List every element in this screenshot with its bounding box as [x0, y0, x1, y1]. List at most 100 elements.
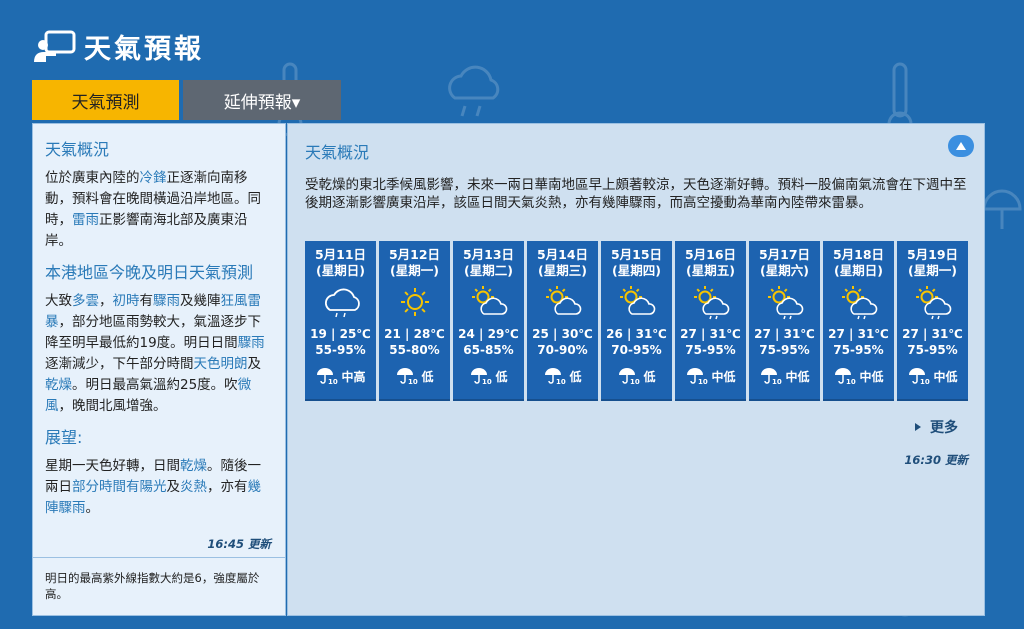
sun-shower-icon	[693, 286, 729, 320]
rain-probability: 10 中低	[759, 367, 810, 385]
forecast-humidity: 70-95%	[611, 343, 662, 357]
rain-probability-label: 低	[421, 369, 434, 384]
sun-shower-icon	[767, 286, 803, 320]
forecast-temperature: 27 | 31℃	[902, 327, 963, 341]
forecast-temperature: 21 | 28℃	[384, 327, 445, 341]
text-segment: 及	[166, 479, 181, 495]
forecast-card[interactable]: 5月11日 (星期日) 19 | 25℃ 55-95% 10 中高	[305, 241, 376, 401]
rain-probability-umbrella-icon: 10	[471, 368, 492, 385]
text-segment: 星期一天色好轉，日間	[45, 458, 180, 474]
rain-probability-umbrella-icon: 10	[317, 368, 338, 385]
svg-text:10: 10	[482, 378, 492, 385]
forecast-card[interactable]: 5月17日 (星期六) 27 | 31℃ 75-95% 10 中低	[749, 241, 820, 401]
sun-shower-icon	[915, 286, 951, 320]
sun-cloud-icon	[619, 286, 655, 315]
svg-text:10: 10	[556, 378, 566, 385]
glossary-link[interactable]: 驟雨	[153, 293, 180, 309]
rain-probability: 10 中低	[907, 367, 958, 385]
page-header: 天氣預報	[32, 26, 204, 66]
nine-day-forecast-panel: 天氣概況 受乾燥的東北季候風影響，未來一兩日華南地區早上頗著較涼，天色逐漸好轉。…	[287, 123, 985, 616]
forecast-card[interactable]: 5月14日 (星期三) 25 | 30℃ 70-90% 10 低	[527, 241, 598, 401]
forecast-card[interactable]: 5月12日 (星期一) 21 | 28℃ 55-80% 10 低	[379, 241, 450, 401]
forecast-date: 5月17日	[758, 247, 811, 262]
outlook-text: 受乾燥的東北季候風影響，未來一兩日華南地區早上頗著較涼，天色逐漸好轉。預料一股偏…	[305, 177, 967, 211]
collapse-button[interactable]	[948, 135, 974, 157]
rain-probability: 10 中低	[685, 367, 736, 385]
rain-probability: 10 低	[469, 367, 508, 385]
weather-forecast-logo-icon	[34, 30, 76, 62]
glossary-link[interactable]: 冷鋒	[140, 170, 167, 186]
cloud-rain-bg-icon	[448, 65, 500, 117]
glossary-link[interactable]: 雷雨	[72, 212, 99, 228]
tab-weather-forecast[interactable]: 天氣預測	[32, 80, 179, 120]
glossary-link[interactable]: 多雲	[72, 293, 99, 309]
umbrella-bg-icon	[982, 189, 1022, 229]
outlook-heading: 天氣概況	[305, 143, 370, 162]
text-segment: ，	[99, 293, 113, 309]
outlook-heading: 展望:	[45, 428, 83, 447]
svg-text:10: 10	[408, 378, 418, 385]
rain-probability-label: 低	[643, 369, 656, 384]
forecast-tabs: 天氣預測 延伸預報▾	[32, 80, 341, 120]
forecast-weekday: (星期三)	[538, 263, 587, 278]
rain-probability-label: 低	[569, 369, 582, 384]
outlook-update-time: 16:30 更新	[904, 453, 968, 467]
svg-text:10: 10	[920, 378, 930, 385]
uv-index-text: 明日的最高紫外線指數大約是6，強度屬於高。	[33, 557, 285, 615]
rain-probability-umbrella-icon: 10	[397, 368, 418, 385]
forecast-date: 5月14日	[536, 247, 589, 262]
svg-text:10: 10	[698, 378, 708, 385]
rain-probability-label: 中低	[711, 369, 736, 384]
forecast-date: 5月11日	[314, 247, 367, 262]
forecast-weekday: (星期日)	[316, 263, 365, 278]
forecast-weekday: (星期五)	[686, 263, 735, 278]
forecast-humidity: 75-95%	[685, 343, 736, 357]
forecast-temperature: 19 | 25℃	[310, 327, 371, 341]
text-segment: 大致	[45, 293, 72, 309]
forecast-weekday: (星期日)	[834, 263, 883, 278]
forecast-card[interactable]: 5月13日 (星期二) 24 | 29℃ 65-85% 10 低	[453, 241, 524, 401]
text-segment: 有	[139, 293, 154, 309]
forecast-humidity: 65-85%	[463, 343, 514, 357]
glossary-link[interactable]: 乾燥	[45, 377, 72, 393]
text-segment: 及幾陣	[180, 293, 221, 309]
svg-text:10: 10	[772, 378, 782, 385]
glossary-link[interactable]: 天色明朗	[194, 356, 248, 372]
rain-probability-label: 中低	[933, 369, 958, 384]
forecast-card[interactable]: 5月15日 (星期四) 26 | 31℃ 70-95% 10 低	[601, 241, 672, 401]
glossary-link[interactable]: 驟雨	[238, 335, 265, 351]
triangle-up-icon	[956, 142, 966, 150]
forecast-date: 5月15日	[610, 247, 663, 262]
text-segment: ，亦有	[207, 479, 248, 495]
forecast-card[interactable]: 5月18日 (星期日) 27 | 31℃ 75-95% 10 中低	[823, 241, 894, 401]
local-forecast-panel: 天氣概況 位於廣東內陸的冷鋒正逐漸向南移動，預料會在晚間橫過沿岸地區。同時，雷雨…	[32, 123, 286, 616]
local-forecast-text: 大致多雲，初時有驟雨及幾陣狂風雷暴，部分地區雨勢較大，氣溫逐步下降至明早最低約1…	[45, 291, 273, 417]
glossary-link[interactable]: 初時	[113, 293, 140, 309]
rain-probability-label: 中高	[341, 369, 366, 384]
forecast-humidity: 75-95%	[833, 343, 884, 357]
forecast-date: 5月16日	[684, 247, 737, 262]
glossary-link[interactable]: 部分時間有陽光	[72, 479, 167, 495]
rain-probability: 10 中低	[833, 367, 884, 385]
sun-cloud-icon	[471, 286, 507, 315]
glossary-link[interactable]: 乾燥	[180, 458, 207, 474]
text-segment: ，部分地區雨勢較大，氣溫逐步下降至明早最低約19度。明日日間	[45, 314, 261, 351]
forecast-humidity: 75-95%	[907, 343, 958, 357]
tab-extended-forecast[interactable]: 延伸預報▾	[183, 80, 341, 120]
forecast-card[interactable]: 5月19日 (星期一) 27 | 31℃ 75-95% 10 中低	[897, 241, 968, 401]
forecast-cards: 5月11日 (星期日) 19 | 25℃ 55-95% 10 中高 5月12日 (星期一) 21…	[305, 241, 968, 401]
rain-probability: 10 低	[395, 367, 434, 385]
forecast-humidity: 70-90%	[537, 343, 588, 357]
rain-probability-umbrella-icon: 10	[761, 368, 782, 385]
sun-shower-icon	[841, 286, 877, 320]
text-segment: 。	[85, 500, 100, 516]
svg-text:10: 10	[846, 378, 856, 385]
more-link[interactable]: 更多	[914, 417, 958, 437]
forecast-humidity: 55-95%	[315, 343, 366, 357]
forecast-weekday: (星期一)	[908, 263, 957, 278]
sunny-icon	[400, 288, 429, 316]
rain-probability-label: 中低	[785, 369, 810, 384]
rain-probability-umbrella-icon: 10	[835, 368, 856, 385]
forecast-card[interactable]: 5月16日 (星期五) 27 | 31℃ 75-95% 10 中低	[675, 241, 746, 401]
glossary-link[interactable]: 炎熱	[180, 479, 207, 495]
